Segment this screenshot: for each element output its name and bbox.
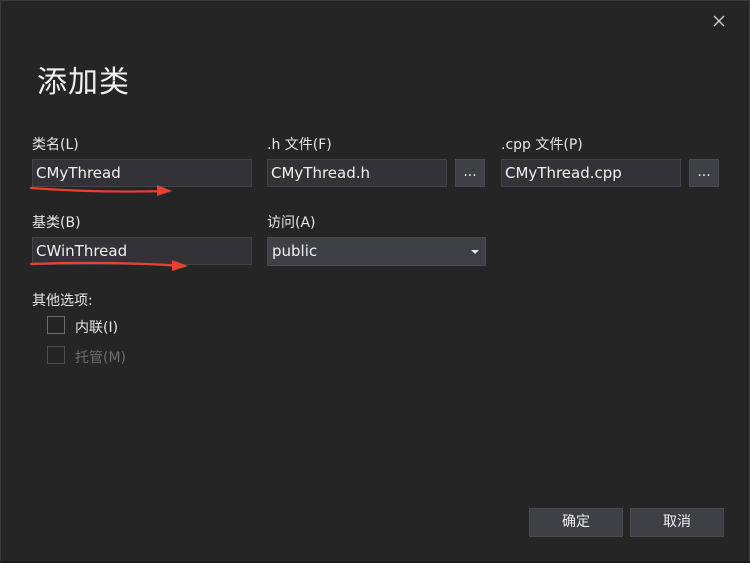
inline-checkbox[interactable] <box>47 316 65 334</box>
base-class-label: 基类(B) <box>32 215 81 231</box>
base-class-input[interactable]: CWinThread <box>32 237 252 265</box>
access-label: 访问(A) <box>267 215 316 231</box>
cpp-file-input[interactable]: CMyThread.cpp <box>501 159 681 187</box>
h-file-label: .h 文件(F) <box>267 137 332 153</box>
h-file-browse-button[interactable]: ... <box>455 159 485 187</box>
chevron-down-icon <box>471 250 479 254</box>
cancel-button[interactable]: 取消 <box>630 508 724 537</box>
other-options-label: 其他选项: <box>32 293 93 309</box>
inline-checkbox-label: 内联(I) <box>75 320 119 336</box>
class-name-input[interactable]: CMyThread <box>32 159 252 187</box>
cpp-file-label: .cpp 文件(P) <box>501 137 583 153</box>
class-name-label: 类名(L) <box>32 137 79 153</box>
managed-checkbox <box>47 346 65 364</box>
close-button[interactable] <box>706 9 732 33</box>
access-select[interactable]: public <box>267 237 486 266</box>
dialog-title: 添加类 <box>37 65 130 100</box>
ok-button[interactable]: 确定 <box>529 508 623 537</box>
close-icon <box>713 15 725 27</box>
access-selected-value: public <box>272 242 318 260</box>
h-file-input[interactable]: CMyThread.h <box>267 159 447 187</box>
managed-checkbox-label: 托管(M) <box>75 350 127 366</box>
cpp-file-browse-button[interactable]: ... <box>689 159 719 187</box>
add-class-dialog: 添加类 类名(L) CMyThread .h 文件(F) CMyThread.h… <box>0 0 750 563</box>
